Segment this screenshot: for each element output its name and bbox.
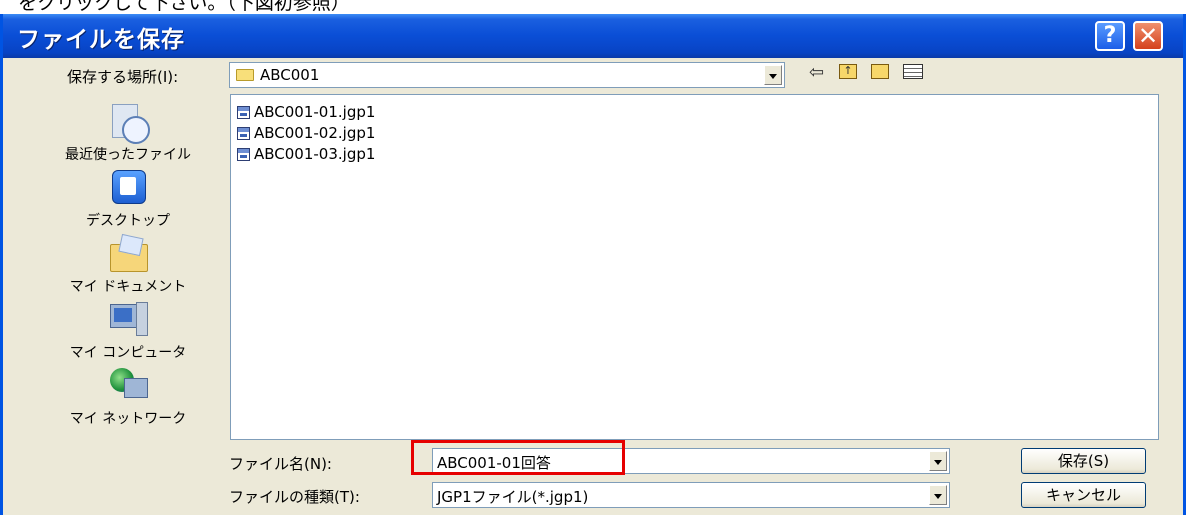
my-documents-icon — [108, 233, 148, 274]
save-file-dialog: ファイルを保存 ? ✕ 保存する場所(I): ABC001 ⇦ ↑ 最近使ったフ… — [0, 14, 1186, 515]
filetype-select[interactable]: JGP1ファイル(*.jgp1) — [432, 482, 950, 508]
list-item[interactable]: ABC001-02.jgp1 — [237, 124, 375, 144]
help-button[interactable]: ? — [1095, 21, 1125, 51]
filename-highlight-box — [411, 440, 625, 475]
file-list[interactable]: ABC001-01.jgp1 ABC001-02.jgp1 ABC001-03.… — [230, 94, 1159, 440]
place-my-network[interactable]: マイ ネットワーク — [43, 366, 213, 428]
list-item[interactable]: ABC001-03.jgp1 — [237, 145, 375, 165]
save-button[interactable]: 保存(S) — [1021, 448, 1146, 474]
dialog-title: ファイルを保存 — [17, 27, 185, 53]
filetype-label: ファイルの種類(T): — [229, 488, 360, 506]
my-network-icon — [108, 366, 148, 406]
jgp1-file-icon — [237, 127, 250, 140]
recent-files-icon — [108, 102, 150, 144]
place-desktop[interactable]: デスクトップ — [43, 168, 213, 230]
up-folder-icon[interactable]: ↑ — [839, 64, 857, 79]
title-bar[interactable]: ファイルを保存 ? ✕ — [3, 14, 1183, 58]
place-my-computer[interactable]: マイ コンピュータ — [43, 300, 213, 362]
cancel-button[interactable]: キャンセル — [1021, 482, 1146, 508]
place-label: マイ ネットワーク — [69, 411, 187, 427]
back-arrow-icon[interactable]: ⇦ — [809, 62, 824, 83]
desktop-icon — [108, 168, 148, 208]
file-name: ABC001-03.jgp1 — [254, 145, 376, 163]
filename-dropdown-button[interactable] — [929, 451, 947, 471]
file-name: ABC001-01.jgp1 — [254, 103, 376, 121]
places-bar: 最近使ったファイル デスクトップ マイ ドキュメント マイ コンピュータ マイ … — [43, 88, 213, 438]
location-select[interactable]: ABC001 — [229, 62, 785, 88]
instruction-caption: をクリックして下さい。（下図初参照） — [18, 0, 350, 14]
jgp1-file-icon — [237, 106, 250, 119]
jgp1-file-icon — [237, 148, 250, 161]
place-label: マイ ドキュメント — [69, 279, 187, 295]
location-value: ABC001 — [260, 66, 320, 84]
location-dropdown-button[interactable] — [764, 65, 782, 85]
filename-label: ファイル名(N): — [229, 455, 332, 473]
list-item[interactable]: ABC001-01.jgp1 — [237, 103, 375, 123]
file-name: ABC001-02.jgp1 — [254, 124, 376, 142]
location-label: 保存する場所(I): — [67, 68, 179, 86]
view-menu-icon[interactable] — [903, 64, 923, 79]
place-label: マイ コンピュータ — [69, 345, 187, 361]
place-label: デスクトップ — [86, 213, 170, 229]
filetype-dropdown-button[interactable] — [929, 485, 947, 505]
folder-icon — [236, 69, 254, 81]
filetype-value: JGP1ファイル(*.jgp1) — [437, 488, 589, 506]
my-computer-icon — [108, 300, 148, 340]
close-button[interactable]: ✕ — [1133, 21, 1163, 51]
new-folder-icon[interactable] — [871, 64, 889, 79]
place-my-documents[interactable]: マイ ドキュメント — [43, 233, 213, 296]
place-recent[interactable]: 最近使ったファイル — [43, 102, 213, 164]
place-label: 最近使ったファイル — [65, 147, 191, 163]
